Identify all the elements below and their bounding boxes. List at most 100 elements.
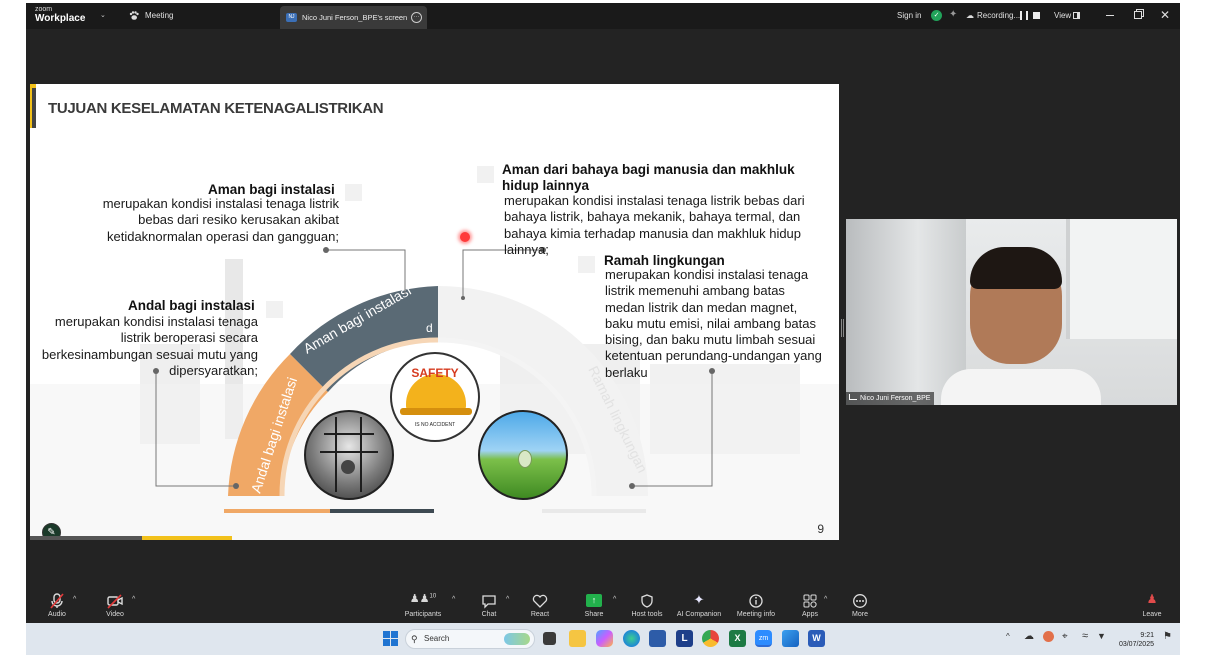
onedrive-icon[interactable]: ☁ — [1024, 631, 1034, 642]
ai-companion-button[interactable]: ✦ AI Companion — [674, 592, 724, 619]
clock-date: 03/07/2025 — [1118, 641, 1154, 648]
apps-label: Apps — [802, 611, 818, 618]
search-icon: ⚲ — [411, 634, 418, 644]
laser-pointer — [460, 232, 470, 242]
participant-name-tag: Nico Juni Ferson_BPE — [846, 392, 935, 405]
leave-label: Leave — [1142, 611, 1162, 618]
bullet-square — [266, 301, 283, 318]
more-options-icon[interactable]: ··· — [411, 12, 422, 23]
close-icon[interactable]: ✕ — [1160, 8, 1170, 22]
minimize-icon[interactable] — [1106, 15, 1114, 16]
copilot-icon[interactable] — [596, 630, 613, 647]
share-label: Share — [584, 611, 604, 618]
sign-in-button[interactable]: Sign in — [897, 3, 921, 29]
ramah-body: merupakan kondisi instalasi tenaga listr… — [605, 267, 822, 380]
excel-icon[interactable]: X — [729, 630, 746, 647]
shared-slide: TUJUAN KESELAMATAN KETENAGALISTRIKAN And… — [30, 84, 839, 540]
zoom-logo-small: zoom — [35, 6, 53, 13]
chat-options-caret[interactable]: ^ — [506, 596, 509, 603]
store-icon[interactable] — [649, 630, 666, 647]
title-bar: zoom Workplace ⌄ Meeting NJ Nico Juni Fe… — [26, 3, 1180, 29]
network-icon[interactable]: ⌖ — [1062, 631, 1068, 642]
host-tools-button[interactable]: Host tools — [630, 592, 664, 619]
wifi-icon[interactable]: ≈ — [1082, 630, 1088, 642]
leave-icon: ♟ — [1146, 592, 1158, 606]
pane-resize-handle[interactable] — [841, 319, 844, 337]
bullet-square — [578, 256, 595, 273]
aman-manusia-heading: Aman dari bahaya bagi manusia dan makhlu… — [502, 162, 795, 193]
video-label: Video — [106, 611, 124, 618]
info-icon — [749, 594, 763, 608]
more-dots-icon — [853, 594, 867, 608]
pause-recording-icon[interactable] — [1020, 11, 1028, 20]
video-button[interactable]: Video — [102, 592, 128, 619]
participants-count: 10 — [429, 593, 437, 600]
audio-options-caret[interactable]: ^ — [73, 596, 76, 603]
leave-button[interactable]: ♟ Leave — [1140, 592, 1164, 619]
zoom-taskbar-icon[interactable]: zm — [755, 630, 772, 647]
taskbar-search-input[interactable]: ⚲ Search — [405, 629, 535, 649]
chat-button[interactable]: Chat — [478, 592, 500, 619]
video-window-pane — [1066, 219, 1177, 339]
share-options-caret[interactable]: ^ — [613, 596, 616, 603]
apps-button[interactable]: Apps — [798, 592, 822, 619]
file-explorer-icon[interactable] — [569, 630, 586, 647]
bullet-square — [477, 166, 494, 183]
mic-muted-icon — [50, 593, 64, 609]
share-button[interactable]: ↑ Share — [582, 592, 606, 619]
react-button[interactable]: React — [528, 592, 552, 619]
screen-share-tab[interactable]: NJ Nico Juni Ferson_BPE's screen ··· — [280, 6, 427, 29]
task-view-icon[interactable] — [543, 632, 556, 645]
shield-icon — [641, 594, 653, 608]
volume-icon[interactable]: ▼ — [1097, 631, 1106, 641]
restore-icon[interactable] — [1134, 11, 1142, 19]
view-button[interactable]: View — [1054, 3, 1071, 29]
participant-shirt — [941, 369, 1101, 405]
heart-icon — [532, 594, 548, 608]
meeting-info-button[interactable]: Meeting info — [734, 592, 778, 619]
apps-options-caret[interactable]: ^ — [824, 596, 827, 603]
photos-icon[interactable] — [782, 630, 799, 647]
audio-button[interactable]: Audio — [44, 592, 70, 619]
sync-icon[interactable] — [1043, 631, 1054, 642]
edge-icon[interactable] — [623, 630, 640, 647]
chat-icon — [482, 595, 496, 609]
taskbar-clock[interactable]: 9:21 03/07/2025 — [1119, 631, 1154, 649]
camera-off-icon — [107, 594, 123, 609]
clock-time: 9:21 — [1140, 632, 1154, 639]
notification-bell-icon[interactable]: ⚑ — [1163, 631, 1172, 642]
ai-companion-label: AI Companion — [676, 611, 722, 618]
meeting-tab[interactable]: Meeting — [145, 3, 173, 29]
lync-icon[interactable]: L — [676, 630, 693, 647]
ai-sparkle-icon: ✦ — [693, 592, 705, 607]
chevron-down-icon[interactable]: ⌄ — [100, 11, 106, 19]
andal-body: merupakan kondisi instalasi tenaga listr… — [41, 314, 258, 378]
search-placeholder: Search — [424, 634, 450, 643]
paw-icon — [129, 11, 139, 23]
share-avatar: NJ — [286, 13, 297, 22]
react-label: React — [530, 611, 550, 618]
windows-start-icon[interactable] — [383, 631, 398, 646]
meeting-info-label: Meeting info — [736, 611, 776, 618]
more-label: More — [852, 611, 868, 618]
tray-chevron-icon[interactable]: ^ — [1006, 632, 1010, 641]
participants-options-caret[interactable]: ^ — [452, 596, 455, 603]
andal-heading: Andal bagi instalasi — [128, 298, 255, 313]
participant-video-tile[interactable]: Nico Juni Ferson_BPE — [846, 219, 1177, 405]
signal-icon — [849, 394, 857, 400]
participants-button[interactable]: ♟♟10 Participants — [402, 592, 444, 619]
stop-recording-icon[interactable] — [1033, 12, 1040, 19]
more-button[interactable]: More — [848, 592, 872, 619]
audio-label: Audio — [48, 611, 66, 618]
chrome-icon[interactable] — [702, 630, 719, 647]
meeting-toolbar: Audio ^ Video ^ ♟♟10 Participants ^ Chat… — [26, 586, 1180, 623]
participant-name: Nico Juni Ferson_BPE — [860, 395, 931, 402]
participants-icon: ♟♟10 — [409, 593, 437, 605]
sparkle-icon: ✦ — [949, 9, 958, 20]
slide-footer-dark — [30, 536, 142, 540]
word-icon[interactable]: W — [808, 630, 825, 647]
search-highlight-icon — [504, 633, 530, 645]
view-layout-icon — [1073, 12, 1080, 19]
windows-taskbar: ⚲ Search L X zm W ^ ☁ ⌖ ≈ ▼ 9:21 03/07/2… — [26, 623, 1180, 655]
video-options-caret[interactable]: ^ — [132, 596, 135, 603]
